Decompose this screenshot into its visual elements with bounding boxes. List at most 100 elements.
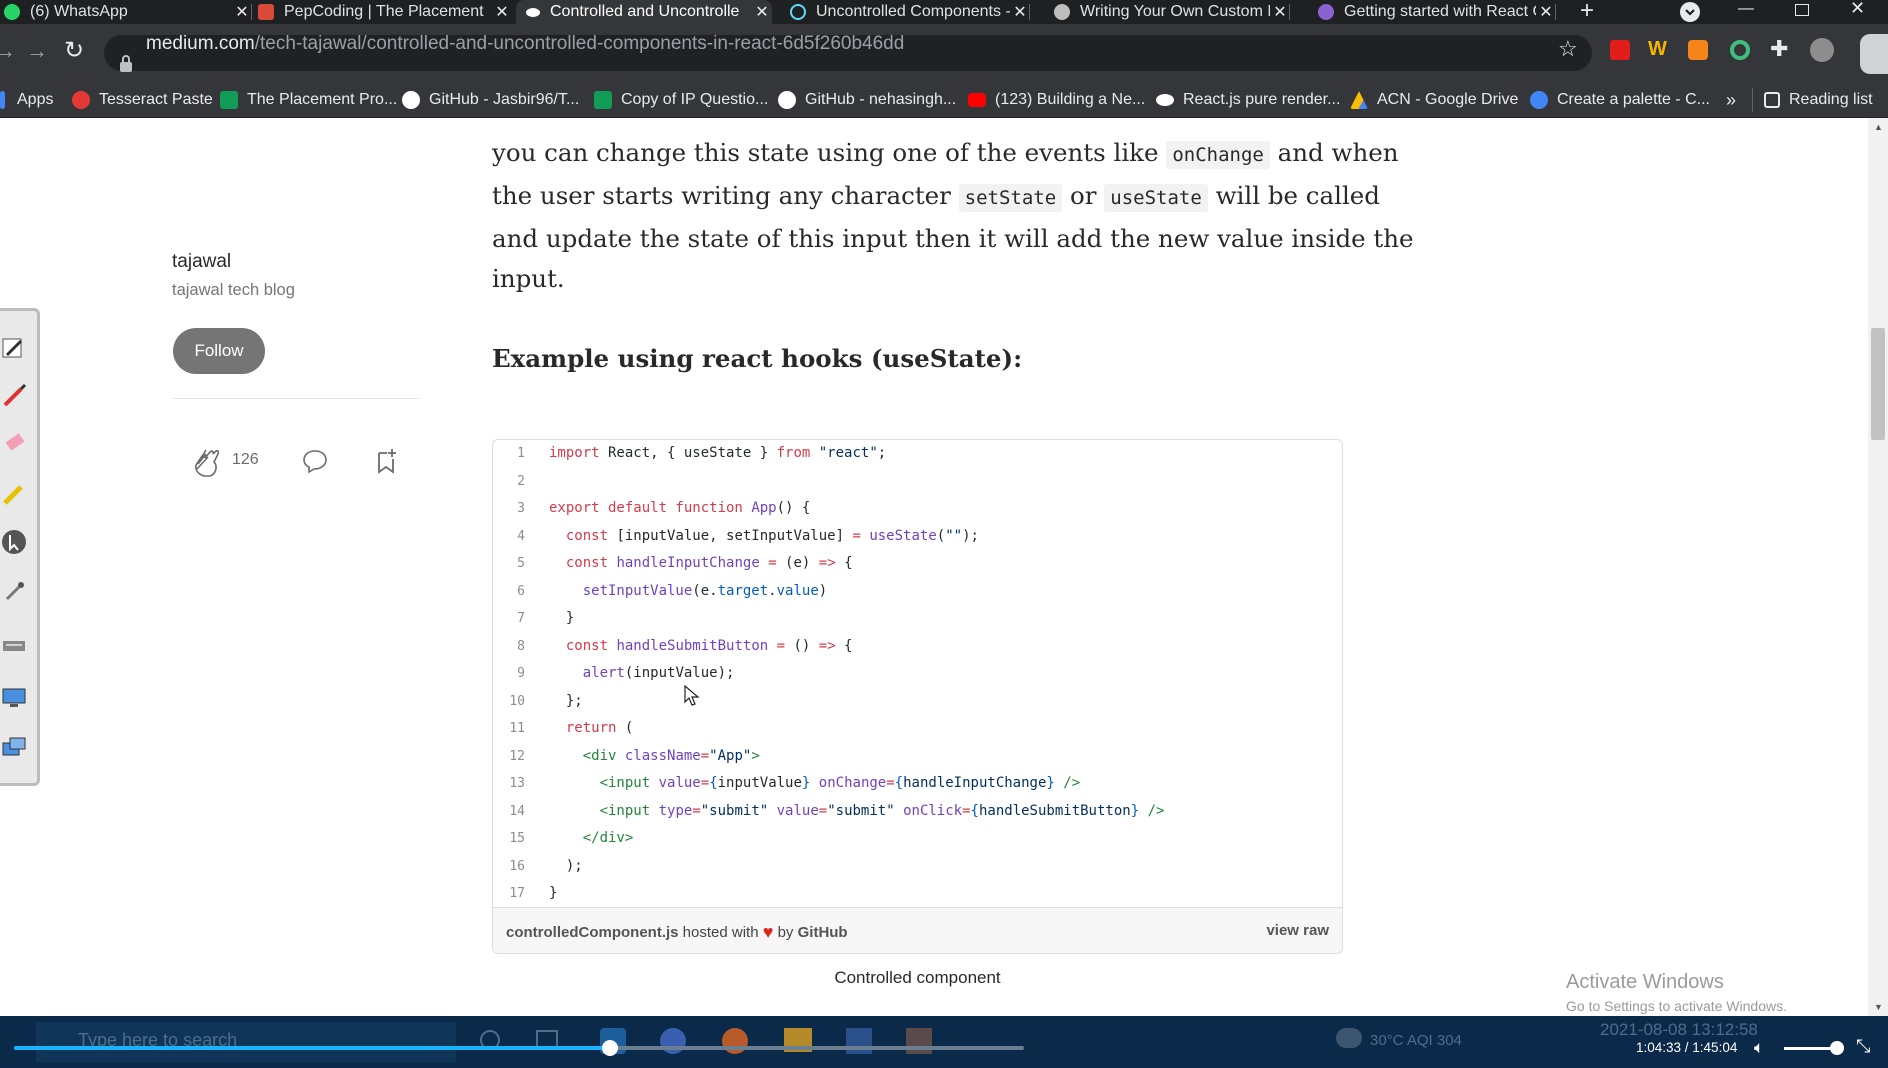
bookmark-placement-pro[interactable]: The Placement Pro... (220, 82, 397, 118)
bookmark-github-nehasingh[interactable]: GitHub - nehasingh... (778, 82, 956, 118)
gist-footer: controlledComponent.js hosted with ♥ by … (493, 907, 1342, 953)
close-tab-icon[interactable]: ✕ (1536, 2, 1556, 22)
follow-button[interactable]: Follow (173, 328, 265, 374)
cut-off-text-line (492, 118, 1092, 122)
bookmark-create-palette[interactable]: Create a palette - C... (1530, 82, 1710, 118)
weather-icon (1336, 1028, 1362, 1048)
code-line: 7 } (517, 610, 575, 626)
bookmark-add-icon (378, 449, 396, 474)
bookmark-tesseract-paste[interactable]: Tesseract Paste (72, 82, 213, 118)
publication-name[interactable]: tajawal tech blog (172, 281, 295, 300)
side-panel-tab[interactable] (1860, 34, 1888, 74)
url-text[interactable]: medium.com/tech-tajawal/controlled-and-u… (146, 33, 904, 55)
close-tab-icon[interactable]: ✕ (1010, 2, 1030, 22)
extension-circle-icon[interactable] (1730, 40, 1750, 60)
reading-list-button[interactable]: Reading list (1764, 82, 1873, 118)
tab-getting-started-react[interactable]: Getting started with React C ✕ (1300, 0, 1556, 24)
author-name[interactable]: tajawal (172, 251, 231, 273)
sheets-plus-icon (220, 91, 238, 109)
bookmark-reactjs-pure-render[interactable]: React.js pure render... (1156, 82, 1340, 118)
view-raw-link[interactable]: view raw (1266, 922, 1329, 939)
app-icon[interactable] (906, 1028, 932, 1054)
scroll-down-arrow-icon[interactable]: ▼ (1874, 1002, 1883, 1012)
video-player-bar: Type here to search 30°C AQI 304 2021-08… (0, 1016, 1888, 1068)
eraser-icon[interactable] (1, 431, 27, 457)
forward-arrow-icon[interactable]: → (26, 38, 48, 64)
code-line: 10 }; (509, 692, 583, 709)
pen-icon[interactable] (1, 335, 27, 361)
gist-meta: controlledComponent.js hosted with ♥ by … (506, 922, 848, 942)
extension-w-icon[interactable]: W (1648, 38, 1667, 61)
red-marker-icon[interactable] (1, 383, 27, 409)
code-line: 11 return ( (509, 720, 634, 736)
inline-code: useState (1104, 184, 1208, 212)
inline-code: setState (958, 184, 1063, 212)
tab-pepcoding[interactable]: PepCoding | The Placement ✕ (256, 0, 512, 24)
section-heading: Example using react hooks (useState): (492, 344, 1023, 373)
bookmark-ip-questions[interactable]: Copy of IP Questio... (594, 82, 768, 118)
tab-whatsapp[interactable]: (6) WhatsApp ✕ (0, 0, 252, 24)
tab-uncontrolled-components[interactable]: Uncontrolled Components - ✕ (780, 0, 1030, 24)
highlighter-icon[interactable] (1, 481, 27, 507)
tab-custom-hooks[interactable]: Writing Your Own Custom F ✕ (1040, 0, 1290, 24)
medium-icon (1156, 94, 1174, 106)
fullscreen-icon[interactable]: ⤡ (1856, 1036, 1870, 1057)
keyboard-icon[interactable] (1, 633, 27, 659)
scrollbar-thumb[interactable] (1871, 328, 1885, 440)
close-tab-icon[interactable]: ✕ (1270, 2, 1290, 22)
lock-shackle (122, 55, 130, 64)
volume-knob[interactable] (1830, 1041, 1844, 1055)
chrome-icon[interactable] (722, 1028, 748, 1054)
gist-filename-link[interactable]: controlledComponent.js (506, 924, 679, 941)
new-tab-plus-icon[interactable]: + (1580, 0, 1594, 25)
minimize-icon[interactable]: — (1738, 0, 1754, 18)
bookmark-github-jasbir[interactable]: GitHub - Jasbir96/T... (402, 82, 579, 118)
bookmarks-bar: Apps Tesseract Paste The Placement Pro..… (0, 82, 1888, 118)
metamask-icon[interactable] (1688, 40, 1708, 60)
tab-search-icon[interactable] (1680, 2, 1700, 22)
heart-icon: ♥ (762, 922, 774, 942)
back-arrow-icon[interactable]: → (0, 38, 16, 64)
bookmark-apps[interactable]: Apps (0, 82, 53, 118)
responses-button[interactable] (302, 448, 328, 479)
bookmark-google-drive[interactable]: ACN - Google Drive (1350, 82, 1518, 118)
code-line: 14 <input type="submit" value="submit" o… (509, 802, 1165, 819)
close-tab-icon[interactable]: ✕ (752, 2, 772, 22)
youtube-icon (968, 93, 986, 107)
screen-icon[interactable] (1, 685, 27, 711)
multi-screen-icon[interactable] (1, 735, 27, 761)
restore-icon[interactable] (1795, 4, 1809, 16)
weather-text: 30°C AQI 304 (1370, 1032, 1462, 1049)
bookmark-story-button[interactable] (375, 447, 401, 480)
code-line: 6 setInputValue(e.target.value) (517, 582, 828, 599)
extension-red-icon[interactable] (1610, 40, 1630, 60)
code-line: 4 const [inputValue, setInputValue] = us… (517, 527, 979, 544)
bookmark-star-icon[interactable]: ☆ (1558, 36, 1578, 62)
bookmark-youtube[interactable]: (123) Building a Ne... (968, 82, 1145, 118)
site-icon (1054, 4, 1070, 20)
tab-controlled-components[interactable]: Controlled and Uncontrolle ✕ (516, 0, 772, 24)
pointer-icon[interactable] (1, 529, 27, 555)
discord-icon[interactable] (660, 1028, 686, 1054)
activate-windows-title: Activate Windows (1566, 971, 1724, 993)
scroll-up-arrow-icon[interactable]: ▲ (1874, 122, 1883, 132)
extensions-puzzle-icon[interactable]: ✚ (1770, 36, 1788, 62)
clap-button[interactable] (192, 446, 222, 483)
video-progress-knob[interactable] (602, 1040, 619, 1056)
article-paragraph-line: the user starts writing any character se… (492, 181, 1380, 212)
brush-icon[interactable] (1, 579, 27, 605)
code-line: 17} (509, 885, 558, 901)
word-icon[interactable] (846, 1028, 872, 1054)
close-tab-icon[interactable]: ✕ (492, 2, 512, 22)
vertical-scrollbar[interactable]: ▲ ▼ (1868, 118, 1888, 1016)
taskbar-clock: 2021-08-08 13:12:58 (1600, 1020, 1758, 1039)
close-tab-icon[interactable]: ✕ (232, 2, 252, 22)
github-link[interactable]: GitHub (798, 924, 848, 941)
volume-icon[interactable]: 🔈︎ (1754, 1038, 1764, 1058)
close-window-icon[interactable]: ✕ (1850, 0, 1865, 19)
bookmarks-overflow-button[interactable]: » (1726, 82, 1736, 118)
reload-icon[interactable]: ↻ (64, 36, 84, 65)
inline-code: onChange (1166, 141, 1270, 169)
browser-tab-strip: (6) WhatsApp ✕ PepCoding | The Placement… (0, 0, 1888, 24)
profile-avatar[interactable] (1810, 38, 1834, 62)
